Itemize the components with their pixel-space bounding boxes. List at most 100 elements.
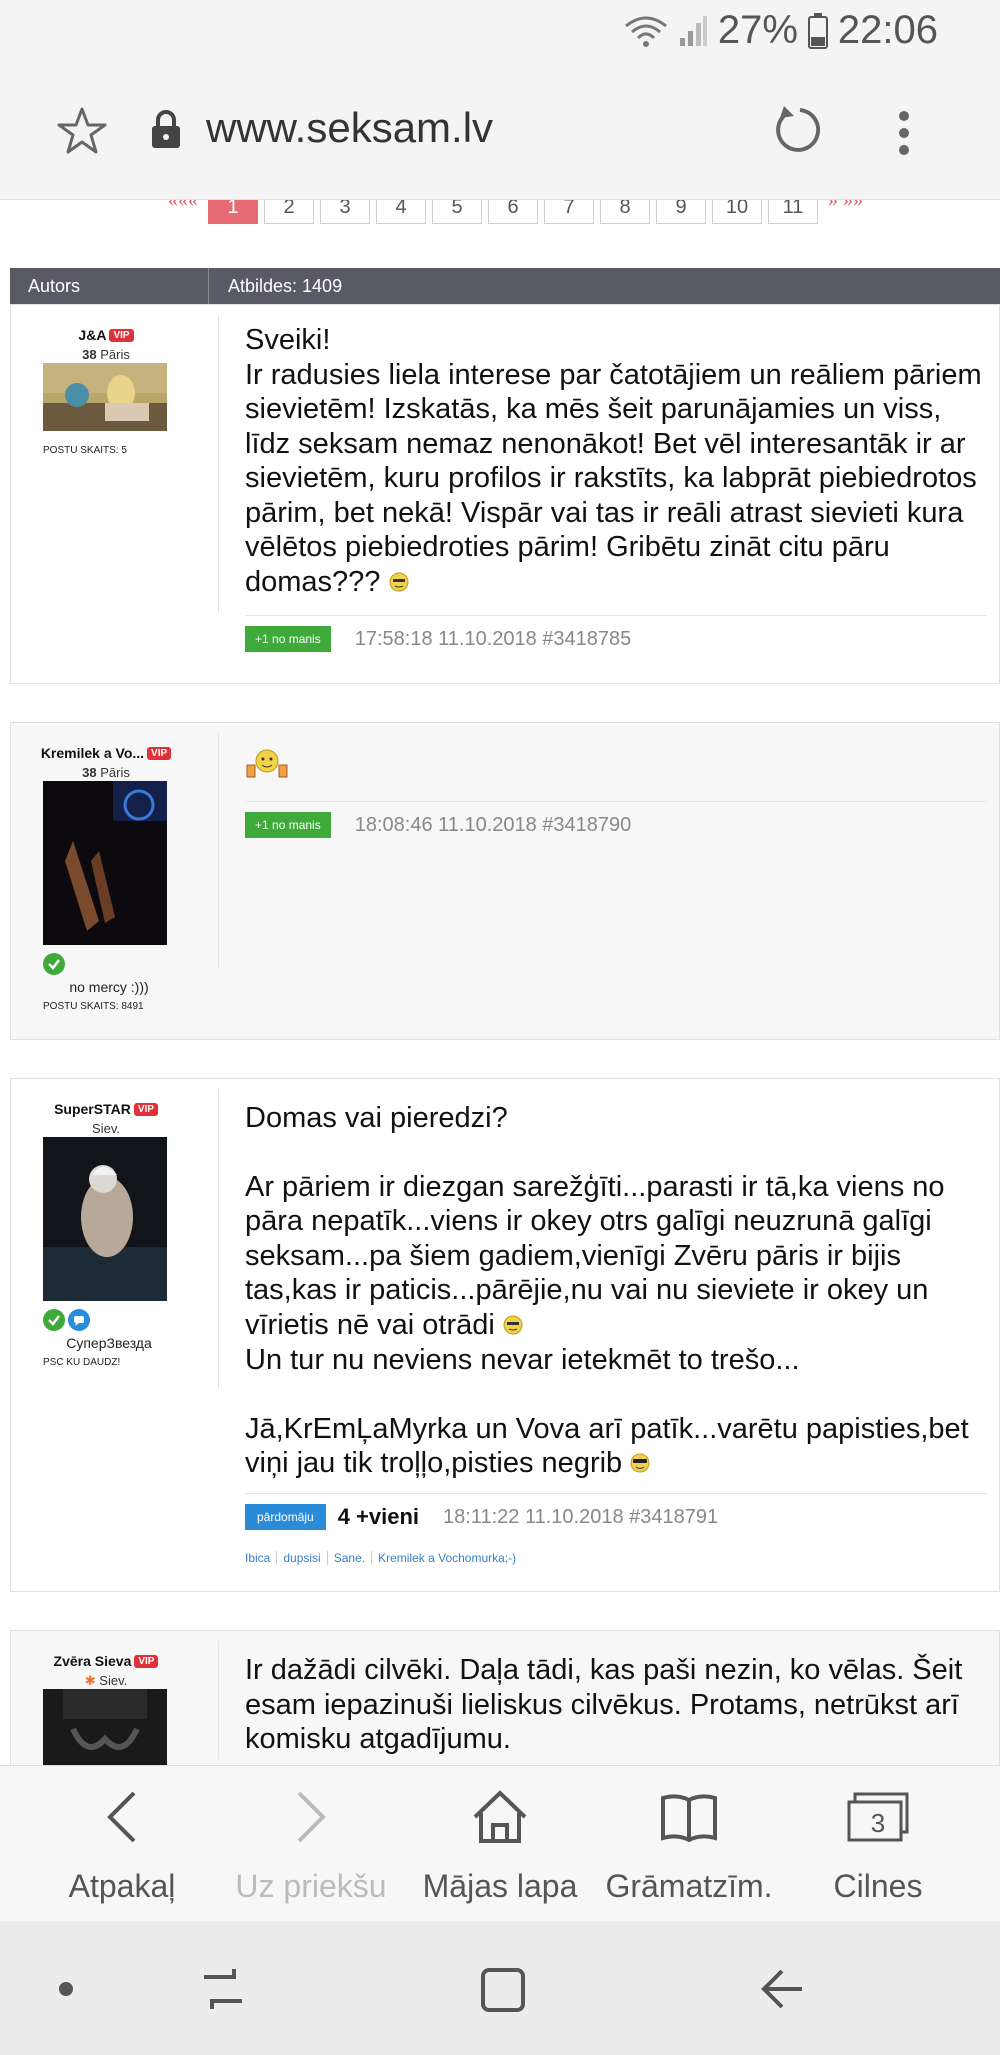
post-text: Ir radusies liela interese par čatotājie… <box>245 358 985 601</box>
liker-link[interactable]: Ibica <box>245 1551 278 1565</box>
reload-icon[interactable] <box>772 102 828 162</box>
verified-icon <box>43 953 65 975</box>
author-name[interactable]: Zvēra Sieva VIP <box>11 1653 201 1669</box>
url-field[interactable]: www.seksam.lv <box>206 104 493 152</box>
page-link[interactable]: 9 <box>656 200 706 224</box>
divider <box>218 315 219 613</box>
browser-bottom-nav: Atpakaļ Uz priekšu Mājas lapa Grāmatzīm.… <box>0 1765 1000 1921</box>
post-body: Ir dažādi cilvēki. Daļa tādi, kas paši n… <box>245 1653 985 1757</box>
forum-post: Zvēra Sieva VIP ✱ Siev. Ir dažādi cilvēki… <box>10 1630 1000 1765</box>
user-badges <box>43 1309 90 1331</box>
clock: 22:06 <box>837 8 938 52</box>
author-name-text: J&A <box>78 327 107 343</box>
forum-post: SuperSTAR VIP Siev. СуперЗвезда PSC KU DA… <box>10 1078 1000 1592</box>
page-content: ««« 1 2 3 4 5 6 7 8 9 10 11 » »» Autors … <box>0 200 1000 1765</box>
plus-one-button[interactable]: +1 no manis <box>245 626 331 652</box>
post-count: POSTU SKAITS: 5 <box>43 445 127 456</box>
more-menu-icon[interactable] <box>898 110 910 160</box>
system-back-icon[interactable] <box>760 1967 806 2017</box>
liker-link[interactable]: dupsisi <box>283 1551 328 1565</box>
avatar[interactable] <box>43 363 167 431</box>
post-text: Ar pāriem ir diezgan sarežģīti...parasti… <box>245 1170 985 1344</box>
page-link[interactable]: 11 <box>768 200 818 224</box>
bookmarks-label: Grāmatzīm. <box>605 1868 773 1904</box>
pagination-next[interactable]: » »» <box>824 200 867 212</box>
vip-badge: VIP <box>133 1103 158 1116</box>
page-link[interactable]: 8 <box>600 200 650 224</box>
home-square-icon[interactable] <box>480 1967 526 2017</box>
page-link[interactable]: 6 <box>488 200 538 224</box>
tabs-label: Cilnes <box>833 1868 923 1904</box>
forward-icon <box>291 1787 331 1855</box>
post-body <box>245 745 985 790</box>
recent-apps-icon[interactable] <box>200 1967 246 2015</box>
author-type: Pāris <box>100 347 130 362</box>
post-body: Domas vai pieredzi? Ar pāriem ir diezgan… <box>245 1101 985 1482</box>
smiley-emoji-icon <box>503 1309 523 1344</box>
avatar[interactable] <box>43 781 167 945</box>
divider <box>218 733 219 969</box>
liker-link[interactable]: Sane. <box>334 1551 373 1565</box>
post-timestamp[interactable]: 18:08:46 11.10.2018 #3418790 <box>355 814 632 837</box>
page-link[interactable]: 5 <box>432 200 482 224</box>
back-button[interactable]: Atpakaļ <box>22 1786 222 1905</box>
post-author: Kremilek a Vo... VIP 38 Pāris no mercy :)… <box>11 723 219 1039</box>
star-icon[interactable] <box>56 106 108 160</box>
likers-list: Ibica dupsisi Sane. Kremilek a Vochomurk… <box>245 1551 522 1565</box>
author-name-text: Zvēra Sieva <box>53 1653 132 1669</box>
home-label: Mājas lapa <box>422 1868 578 1904</box>
bookmarks-icon <box>659 1792 719 1850</box>
page-link[interactable]: 4 <box>376 200 426 224</box>
back-icon <box>102 1787 142 1855</box>
pagination-prev[interactable]: ««« <box>164 200 202 212</box>
cheers-emoji-icon <box>245 745 289 790</box>
home-icon <box>471 1789 529 1853</box>
signal-icon <box>678 14 708 48</box>
author-type: Siev. <box>99 1673 128 1688</box>
forum-post: J&A VIP 38 Pāris POSTU SKAITS: 5 Sveiki! … <box>10 304 1000 684</box>
avatar[interactable] <box>43 1689 167 1765</box>
forward-button[interactable]: Uz priekšu <box>211 1786 411 1905</box>
page-link[interactable]: 10 <box>712 200 762 224</box>
post-author: SuperSTAR VIP Siev. СуперЗвезда PSC KU DA… <box>11 1079 219 1591</box>
post-timestamp[interactable]: 18:11:22 11.10.2018 #3418791 <box>443 1506 718 1529</box>
post-author: J&A VIP 38 Pāris POSTU SKAITS: 5 <box>11 305 219 683</box>
battery-percent: 27% <box>717 8 798 52</box>
post-count: POSTU SKAITS: 8491 <box>43 1001 144 1012</box>
vip-badge: VIP <box>134 1655 159 1668</box>
user-badges <box>43 953 65 975</box>
plus-one-button[interactable]: +1 no manis <box>245 812 331 838</box>
page-link[interactable]: 3 <box>320 200 370 224</box>
tabs-count: 3 <box>870 1808 886 1838</box>
post-text: Sveiki! <box>245 324 331 356</box>
author-info: ✱ Siev. <box>11 1673 201 1689</box>
tabs-button[interactable]: 3 Cilnes <box>778 1786 978 1905</box>
browser-toolbar: www.seksam.lv <box>0 66 1000 200</box>
author-info: 38 Pāris <box>11 765 201 780</box>
back-label: Atpakaļ <box>68 1868 176 1904</box>
system-nav-bar <box>0 1921 1000 2055</box>
replies-count: Atbildes: 1409 <box>228 276 343 296</box>
avatar[interactable] <box>43 1137 167 1301</box>
page-link[interactable]: 7 <box>544 200 594 224</box>
smiley-emoji-icon <box>389 566 409 601</box>
assistant-dot-icon[interactable] <box>58 1981 74 2001</box>
reconsider-button[interactable]: pārdomāju <box>245 1504 326 1530</box>
post-body: Sveiki! Ir radusies liela interese par č… <box>245 323 985 600</box>
post-timestamp[interactable]: 17:58:18 11.10.2018 #3418785 <box>355 628 632 651</box>
liker-link[interactable]: Kremilek a Vochomurka;-) <box>378 1551 522 1565</box>
chat-icon <box>68 1309 90 1331</box>
author-name[interactable]: SuperSTAR VIP <box>11 1101 201 1117</box>
divider <box>218 1641 219 1759</box>
bookmarks-button[interactable]: Grāmatzīm. <box>589 1786 789 1905</box>
home-button[interactable]: Mājas lapa <box>400 1786 600 1905</box>
post-text: Ir dažādi cilvēki. Daļa tādi, kas paši n… <box>245 1654 963 1755</box>
author-name[interactable]: J&A VIP <box>11 327 201 343</box>
page-link[interactable]: 1 <box>208 200 258 224</box>
author-name[interactable]: Kremilek a Vo... VIP <box>11 745 201 761</box>
author-name-text: SuperSTAR <box>54 1101 131 1117</box>
page-link[interactable]: 2 <box>264 200 314 224</box>
post-text-content: Ir radusies liela interese par čatotājie… <box>245 358 982 598</box>
